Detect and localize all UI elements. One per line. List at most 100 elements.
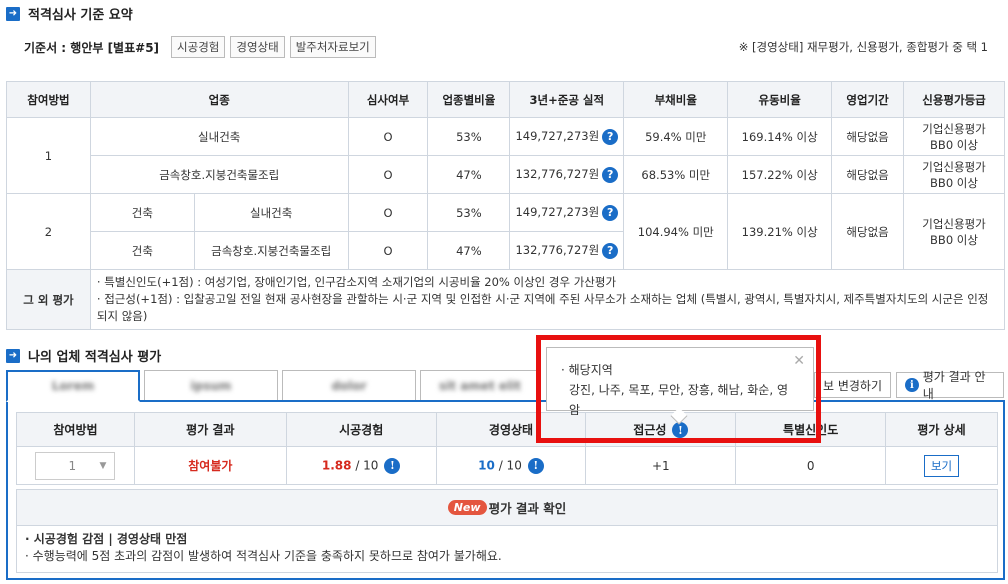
current-cell: 169.14% 이상	[727, 117, 833, 156]
table-row: 2 건축 실내건축 O 53% 149,727,273원? 104.94% 미만…	[6, 193, 1005, 270]
criteria-note: ※ [경영상태] 재무평가, 신용평가, 종합평가 중 택 1	[738, 40, 988, 54]
debt-cell: 104.94% 미만	[623, 193, 729, 270]
question-icon[interactable]: ?	[602, 204, 619, 221]
experience-score: 1.88	[321, 458, 352, 472]
view-detail-button[interactable]: 보기	[923, 454, 960, 477]
review-cell: O	[347, 155, 429, 194]
other-eval-row: 그 외 평가 · 특별신인도(+1점) : 여성기업, 장애인기업, 인구감소지…	[6, 269, 1006, 330]
criteria-summary-table: 참여방법 업종 심사여부 업종별비율 3년+준공 실적 부채비율 유동비율 영업…	[6, 81, 1006, 330]
change-info-button[interactable]: 보 변경하기	[814, 372, 892, 398]
sector-cell: 금속창호.지붕건축물조립	[89, 155, 349, 194]
section-title-my-eval: ➜ 나의 업체 적격심사 평가	[6, 346, 161, 365]
record-value: 132,776,727원	[515, 243, 600, 258]
table-header-row: 참여방법 업종 심사여부 업종별비율 3년+준공 실적 부채비율 유동비율 영업…	[6, 81, 1005, 118]
result-confirm-title: 평가 결과 확인	[488, 501, 567, 516]
review-cell: O	[347, 231, 429, 270]
construction-experience-button[interactable]: 시공경험	[171, 36, 226, 58]
special-cell: 0	[735, 446, 887, 485]
criteria-bar: 기준서 : 행안부 [별표#5] 시공경험 경영상태 발주처자료보기 ※ [경영…	[12, 36, 1002, 58]
review-cell: O	[347, 193, 429, 232]
question-icon[interactable]: ?	[602, 166, 619, 183]
method-select[interactable]: 1 ▼	[35, 451, 116, 480]
result-summary-line: · 시공경험 감점 | 경영상태 만점	[25, 532, 188, 546]
header-experience: 시공경험	[285, 412, 437, 447]
result-detail-line: · 수행능력에 5점 초과의 감점이 발생하여 적격심사 기준을 충족하지 못하…	[25, 549, 502, 563]
company-tabs: Lorem ipsum dolor sit amet elit	[6, 370, 544, 402]
review-cell: O	[347, 117, 429, 156]
header-period: 영업기간	[831, 81, 905, 118]
tab-label: sit amet elit	[439, 378, 521, 393]
sector-cell: 금속창호.지붕건축물조립	[193, 231, 349, 270]
current-cell: 157.22% 이상	[727, 155, 833, 194]
current-cell: 139.21% 이상	[727, 193, 833, 270]
header-method: 참여방법	[6, 81, 91, 118]
ratio-cell: 47%	[427, 231, 511, 270]
other-eval-label: 그 외 평가	[6, 269, 91, 330]
section-title-criteria: ➜ 적격심사 기준 요약	[6, 4, 133, 23]
chevron-down-icon: ▼	[99, 460, 107, 471]
result-confirm-body: · 시공경험 감점 | 경영상태 만점 · 수행능력에 5점 초과의 감점이 발…	[17, 526, 997, 570]
detail-cell: 보기	[885, 446, 998, 485]
header-method: 참여방법	[16, 412, 135, 447]
table-row: 금속창호.지붕건축물조립 O 47% 132,776,727원? 68.53% …	[7, 155, 1005, 194]
tab-label: dolor	[331, 378, 367, 393]
experience-cell: 1.88 / 10!	[285, 446, 437, 485]
management-score: 10	[478, 458, 495, 472]
info-icon[interactable]: !	[384, 457, 401, 474]
highlight-box	[536, 335, 821, 443]
header-result: 평가 결과	[133, 412, 287, 447]
credit-cell: 기업신용평가 BB0 이상	[903, 117, 1005, 156]
group-cell: 건축	[89, 231, 195, 270]
management-status-button[interactable]: 경영상태	[230, 36, 285, 58]
record-value: 149,727,273원	[515, 205, 600, 220]
company-tab-1[interactable]: Lorem	[6, 370, 140, 402]
header-credit: 신용평가등급	[903, 81, 1005, 118]
method-cell: 1 ▼	[16, 446, 135, 485]
eval-guide-label: 평가 결과 안내	[922, 370, 986, 401]
table-row: 1 ▼ 참여불가 1.88 / 10! 10 / 10! +1 0 보기	[16, 446, 998, 485]
management-max: / 10	[498, 458, 522, 472]
section-title-text: 나의 업체 적격심사 평가	[28, 350, 162, 365]
result-confirm-header: New 평가 결과 확인	[17, 490, 997, 526]
header-review: 심사여부	[347, 81, 429, 118]
company-tab-2[interactable]: ipsum	[144, 370, 278, 400]
arrow-right-icon: ➜	[6, 348, 20, 363]
eval-guide-button[interactable]: i 평가 결과 안내	[896, 370, 1004, 401]
tab-label: Lorem	[51, 379, 95, 393]
sector-cell: 실내건축	[193, 193, 349, 232]
group-cell: 건축	[89, 193, 195, 232]
new-badge: New	[447, 500, 487, 515]
debt-cell: 68.53% 미만	[623, 155, 729, 194]
table-row: 1 실내건축 O 53% 149,727,273원? 59.4% 미만 169.…	[6, 117, 1005, 194]
question-icon[interactable]: ?	[602, 128, 619, 145]
record-value: 149,727,273원	[515, 129, 600, 144]
header-sector: 업종	[89, 81, 349, 118]
eval-table: 참여방법 평가 결과 시공경험 경영상태 접근성! 특별신인도 평가 상세 1 …	[16, 412, 998, 485]
result-value: 참여불가	[188, 459, 233, 473]
method-cell: 1	[6, 117, 91, 194]
method-cell: 2	[6, 193, 91, 270]
method-select-value: 1	[68, 458, 77, 473]
record-cell: 132,776,727원?	[509, 231, 625, 270]
arrow-right-icon: ➜	[6, 6, 20, 21]
info-icon[interactable]: !	[527, 457, 544, 474]
credit-cell: 기업신용평가 BB0 이상	[903, 193, 1005, 270]
header-ratio: 업종별비율	[427, 81, 511, 118]
header-record: 3년+준공 실적	[509, 81, 625, 118]
section-title-text: 적격심사 기준 요약	[28, 8, 133, 23]
experience-max: / 10	[355, 458, 379, 472]
info-icon: i	[905, 378, 919, 392]
client-data-button[interactable]: 발주처자료보기	[289, 36, 376, 58]
company-tab-4[interactable]: sit amet elit	[420, 370, 540, 400]
period-cell: 해당없음	[831, 193, 905, 270]
debt-cell: 59.4% 미만	[623, 117, 729, 156]
tab-label: ipsum	[190, 378, 232, 393]
credit-cell: 기업신용평가 BB0 이상	[903, 155, 1005, 194]
record-cell: 149,727,273원?	[509, 117, 625, 156]
table-header-row: 참여방법 평가 결과 시공경험 경영상태 접근성! 특별신인도 평가 상세	[16, 412, 998, 447]
company-tab-3[interactable]: dolor	[282, 370, 416, 400]
period-cell: 해당없음	[831, 117, 905, 156]
question-icon[interactable]: ?	[602, 242, 619, 259]
sector-cell: 실내건축	[89, 117, 349, 156]
accessibility-note: · 접근성(+1점) : 입찰공고일 전일 현재 공사현장을 관할하는 시·군 …	[96, 292, 989, 323]
